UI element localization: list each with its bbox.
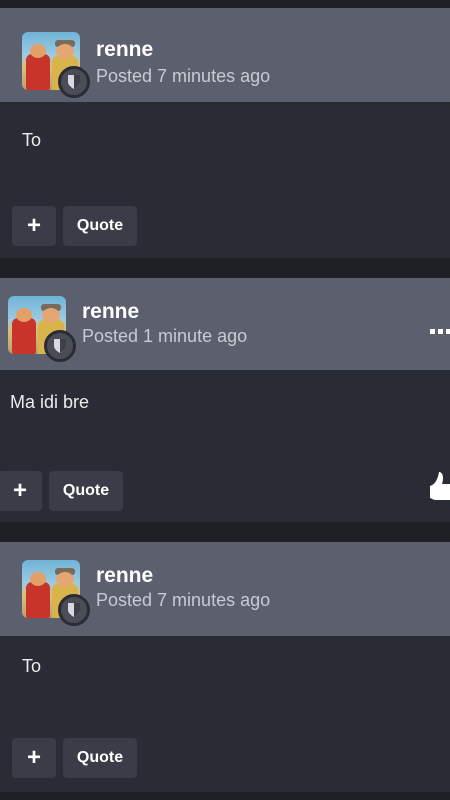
post-header: renne Posted 7 minutes ago bbox=[0, 542, 450, 636]
shield-icon bbox=[58, 66, 90, 98]
shield-icon bbox=[44, 330, 76, 362]
quote-button[interactable]: Quote bbox=[63, 738, 137, 778]
post-timestamp: Posted 7 minutes ago bbox=[96, 66, 271, 86]
quote-button[interactable]: Quote bbox=[49, 471, 123, 511]
post-card: renne Posted 1 minute ago Ma idi bre + Q… bbox=[0, 278, 450, 522]
post-content: Ma idi bre bbox=[10, 392, 90, 412]
post-timestamp: Posted 1 minute ago bbox=[82, 326, 248, 346]
post-content: To bbox=[22, 130, 42, 150]
post-timestamp: Posted 7 minutes ago bbox=[96, 590, 271, 610]
ellipsis-icon[interactable] bbox=[430, 314, 450, 340]
avatar[interactable] bbox=[22, 560, 90, 626]
add-reaction-button[interactable]: + bbox=[0, 471, 42, 511]
add-reaction-button[interactable]: + bbox=[12, 206, 56, 246]
thumbs-up-icon[interactable] bbox=[426, 470, 450, 504]
avatar[interactable] bbox=[8, 296, 76, 362]
username[interactable]: renne bbox=[82, 300, 139, 324]
post-header: renne Posted 7 minutes ago bbox=[0, 8, 450, 102]
post-header: renne Posted 1 minute ago bbox=[0, 278, 450, 370]
avatar[interactable] bbox=[22, 32, 90, 98]
quote-button[interactable]: Quote bbox=[63, 206, 137, 246]
username[interactable]: renne bbox=[96, 564, 153, 588]
username[interactable]: renne bbox=[96, 38, 153, 62]
add-reaction-button[interactable]: + bbox=[12, 738, 56, 778]
shield-icon bbox=[58, 594, 90, 626]
post-card: renne Posted 7 minutes ago To + Quote bbox=[0, 542, 450, 792]
post-card: renne Posted 7 minutes ago To + Quote bbox=[0, 8, 450, 258]
post-content: To bbox=[22, 656, 42, 676]
